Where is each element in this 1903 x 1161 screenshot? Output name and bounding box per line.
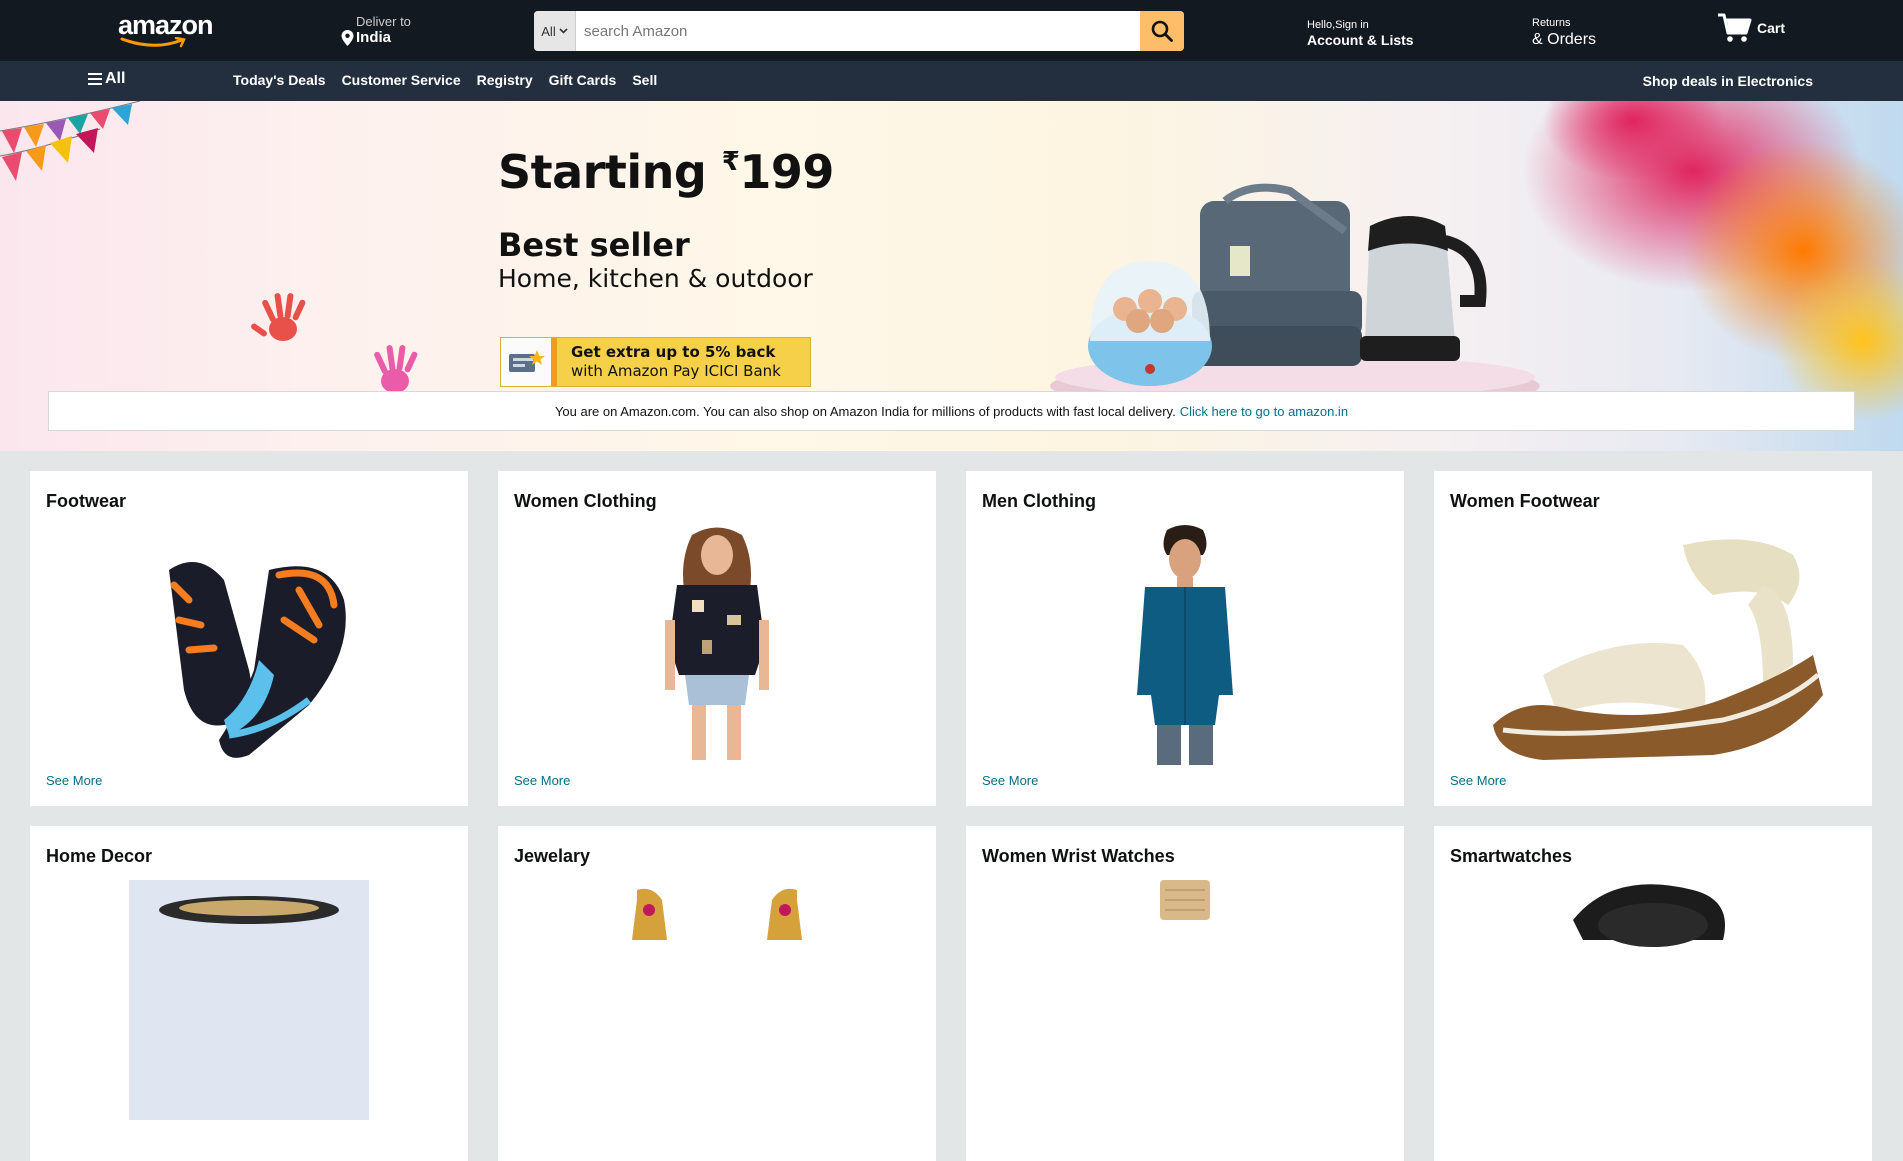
handprint-decoration xyxy=(251,293,306,341)
hero-title-prefix: Starting xyxy=(498,145,707,199)
bunting-decoration xyxy=(0,101,141,181)
card-title: Women Clothing xyxy=(514,491,657,511)
all-menu-button[interactable]: All xyxy=(88,70,125,88)
see-more-link[interactable]: See More xyxy=(1450,773,1506,788)
notice-text: You are on Amazon.com. You can also shop… xyxy=(554,403,1176,419)
card-title: Women Wrist Watches xyxy=(982,846,1175,866)
credit-card-icon xyxy=(501,338,557,386)
nav-link-gift-cards[interactable]: Gift Cards xyxy=(549,72,617,88)
shop-deals-electronics-link[interactable]: Shop deals in Electronics xyxy=(1643,73,1813,89)
amazon-logo[interactable]: amazon xyxy=(118,10,222,50)
cart-icon xyxy=(1718,13,1752,42)
category-card-smartwatches[interactable]: Smartwatches xyxy=(1434,826,1872,1161)
category-card-jewelary[interactable]: Jewelary xyxy=(498,826,936,1161)
sub-navbar: All Today's Deals Customer Service Regis… xyxy=(0,61,1903,101)
category-card-women-clothing[interactable]: Women Clothing See More xyxy=(498,471,936,806)
hero-price: 199 xyxy=(739,145,834,199)
category-card-home-decor[interactable]: Home Decor xyxy=(30,826,468,1161)
hero-banner[interactable]: Starting ₹199 Best seller Home, kitchen … xyxy=(0,101,1903,451)
see-more-link[interactable]: See More xyxy=(46,773,102,788)
card-title: Footwear xyxy=(46,491,127,511)
currency-symbol: ₹ xyxy=(721,147,740,177)
card-title: Women Footwear xyxy=(1450,491,1600,511)
smile-arrow-icon xyxy=(120,37,186,48)
category-card-footwear[interactable]: Footwear See More xyxy=(30,471,468,806)
category-grid: Footwear See More Women Clothing See Mor… xyxy=(30,471,1873,1161)
cart-button[interactable]: Cart xyxy=(1717,12,1785,44)
search-icon xyxy=(1151,20,1173,42)
search-input[interactable] xyxy=(576,11,1140,51)
category-card-men-clothing[interactable]: Men Clothing See More xyxy=(966,471,1404,806)
nav-link-todays-deals[interactable]: Today's Deals xyxy=(233,72,326,88)
card-title: Jewelary xyxy=(514,846,591,866)
smartwatch-image[interactable] xyxy=(1450,880,1856,1120)
hero-subtitle: Best seller xyxy=(498,226,690,264)
home-decor-image[interactable] xyxy=(46,880,452,1120)
card-title: Men Clothing xyxy=(982,491,1096,511)
all-menu-label: All xyxy=(105,70,126,87)
card-title: Home Decor xyxy=(46,846,153,866)
subnav-links: Today's Deals Customer Service Registry … xyxy=(233,72,657,88)
nav-link-customer-service[interactable]: Customer Service xyxy=(342,72,461,88)
search-bar: All xyxy=(534,11,1184,51)
woman-model-image[interactable] xyxy=(514,525,920,765)
chevron-down-icon xyxy=(559,28,568,34)
hero-tagline: Home, kitchen & outdoor xyxy=(498,264,813,293)
hero-title: Starting ₹199 xyxy=(498,145,834,199)
deliver-label: Deliver to xyxy=(356,14,411,29)
location-pin-icon xyxy=(341,30,354,46)
deliver-to[interactable]: Deliver to India xyxy=(341,14,411,47)
man-model-image[interactable] xyxy=(982,525,1388,765)
nav-link-registry[interactable]: Registry xyxy=(477,72,533,88)
bank-offer-banner[interactable]: Get extra up to 5% back with Amazon Pay … xyxy=(500,337,811,387)
account-lists[interactable]: Hello,Sign in Account & Lists xyxy=(1307,18,1414,49)
locale-notice: You are on Amazon.com. You can also shop… xyxy=(48,391,1855,431)
account-label: Account & Lists xyxy=(1307,32,1414,48)
search-button[interactable] xyxy=(1140,11,1184,51)
shoe-image[interactable] xyxy=(46,525,452,765)
returns-label: Returns xyxy=(1532,17,1571,29)
card-title: Smartwatches xyxy=(1450,846,1573,866)
hamburger-icon xyxy=(88,73,102,85)
amazon-in-link[interactable]: Click here to go to amazon.in xyxy=(1180,404,1348,419)
category-card-women-footwear[interactable]: Women Footwear See More xyxy=(1434,471,1872,806)
search-category-select[interactable]: All xyxy=(534,11,576,51)
returns-orders[interactable]: Returns & Orders xyxy=(1532,16,1596,50)
account-greeting: Hello,Sign in xyxy=(1307,19,1369,31)
offer-line-2: with Amazon Pay ICICI Bank xyxy=(571,362,781,380)
top-navbar: amazon Deliver to India All H xyxy=(0,0,1903,61)
category-card-women-wrist-watches[interactable]: Women Wrist Watches xyxy=(966,826,1404,1161)
cart-label: Cart xyxy=(1757,20,1786,36)
earrings-image[interactable] xyxy=(514,880,920,1120)
orders-label: & Orders xyxy=(1532,31,1597,48)
see-more-link[interactable]: See More xyxy=(982,773,1038,788)
offer-line-1: Get extra up to 5% back xyxy=(571,343,776,361)
logo-text: amazon xyxy=(118,10,214,40)
wrist-watch-image[interactable] xyxy=(982,880,1388,1120)
sandal-image[interactable] xyxy=(1450,525,1856,765)
hero-products-image xyxy=(1050,183,1540,411)
search-category-label: All xyxy=(541,23,556,39)
see-more-link[interactable]: See More xyxy=(514,773,570,788)
deliver-location: India xyxy=(356,29,392,46)
nav-link-sell[interactable]: Sell xyxy=(632,72,657,88)
